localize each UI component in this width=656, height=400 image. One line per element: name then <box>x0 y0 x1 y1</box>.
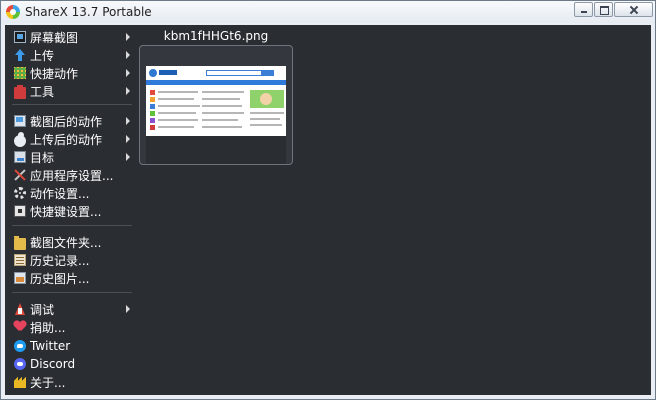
thumbnail-image <box>146 66 286 164</box>
menu-item-label: 历史图片... <box>30 271 90 286</box>
main-panel: 屏幕截图 上传 快捷动作 工具 截图后的动作 上传后的动作 目标 应用程序设置.… <box>5 25 651 395</box>
window-controls <box>573 2 653 17</box>
menu-item-label: 工具 <box>30 84 55 99</box>
maximize-button[interactable] <box>594 2 613 17</box>
menu-item-image-history[interactable]: 历史图片... <box>8 269 136 287</box>
menu-item-label: 快捷键设置... <box>30 204 102 219</box>
menu-item-label: 目标 <box>30 150 55 165</box>
window-title: ShareX 13.7 Portable <box>25 5 152 19</box>
menu-item-task-settings[interactable]: 动作设置... <box>8 184 136 202</box>
menu-separator <box>12 292 132 293</box>
menu-item-label: 应用程序设置... <box>30 168 114 183</box>
hotkey-settings-icon <box>14 205 26 217</box>
menu-item-label: 调试 <box>30 302 55 317</box>
menu-item-discord[interactable]: Discord <box>8 355 136 373</box>
menu-item-label: 截图文件夹... <box>30 235 102 250</box>
history-icon <box>14 254 26 266</box>
screenshots-folder-icon <box>14 236 26 250</box>
submenu-arrow-icon <box>126 33 130 41</box>
menu-separator <box>12 104 132 105</box>
submenu-arrow-icon <box>126 305 130 313</box>
debug-icon <box>14 303 26 315</box>
sharex-logo-icon <box>6 5 20 19</box>
menu-item-label: Discord <box>30 357 76 371</box>
menu-item-label: 上传后的动作 <box>30 132 103 147</box>
menu-item-label: 快捷动作 <box>30 66 79 81</box>
menu-item-screenshots-folder[interactable]: 截图文件夹... <box>8 233 136 251</box>
menu-item-history[interactable]: 历史记录... <box>8 251 136 269</box>
image-history-icon <box>14 272 26 284</box>
menu-item-workflows[interactable]: 快捷动作 <box>8 64 136 82</box>
submenu-arrow-icon <box>126 69 130 77</box>
menu-item-after-capture[interactable]: 截图后的动作 <box>8 112 136 130</box>
menu-item-label: 关于... <box>30 375 66 390</box>
workflows-dots-icon <box>14 67 26 79</box>
minimize-button[interactable] <box>574 2 593 17</box>
menu-item-application-settings[interactable]: 应用程序设置... <box>8 166 136 184</box>
upload-arrow-icon <box>14 49 26 61</box>
submenu-arrow-icon <box>126 87 130 95</box>
after-capture-icon <box>14 115 26 127</box>
menu-item-label: 动作设置... <box>30 186 90 201</box>
menu-item-hotkey-settings[interactable]: 快捷键设置... <box>8 202 136 220</box>
screen-capture-icon <box>14 31 26 43</box>
submenu-arrow-icon <box>126 117 130 125</box>
close-button[interactable] <box>614 2 653 17</box>
donate-heart-icon <box>14 321 26 333</box>
task-settings-gear-icon <box>14 187 26 199</box>
menu-item-label: 历史记录... <box>30 253 90 268</box>
submenu-arrow-icon <box>126 51 130 59</box>
screenshot-thumbnail[interactable] <box>139 45 293 165</box>
about-crown-icon <box>14 376 26 388</box>
menu-item-capture[interactable]: 屏幕截图 <box>8 28 136 46</box>
main-menu: 屏幕截图 上传 快捷动作 工具 截图后的动作 上传后的动作 目标 应用程序设置.… <box>8 27 136 393</box>
menu-item-label: 捐助... <box>30 320 66 335</box>
menu-item-label: 上传 <box>30 48 55 63</box>
application-settings-icon <box>14 169 26 181</box>
submenu-arrow-icon <box>126 135 130 143</box>
submenu-arrow-icon <box>126 153 130 161</box>
menu-item-upload[interactable]: 上传 <box>8 46 136 64</box>
title-bar[interactable]: ShareX 13.7 Portable <box>1 1 655 23</box>
sharex-window: ShareX 13.7 Portable 屏幕截图 上传 快捷动作 工具 截图后… <box>0 0 656 400</box>
menu-item-twitter[interactable]: Twitter <box>8 337 136 355</box>
menu-item-tools[interactable]: 工具 <box>8 82 136 100</box>
menu-separator <box>12 225 132 226</box>
menu-item-after-upload[interactable]: 上传后的动作 <box>8 130 136 148</box>
thumbnail-filename: kbm1fHHGt6.png <box>163 29 269 43</box>
menu-item-donate[interactable]: 捐助... <box>8 318 136 336</box>
toolbox-icon <box>14 85 26 99</box>
menu-item-label: Twitter <box>30 339 71 353</box>
menu-item-label: 屏幕截图 <box>30 30 79 45</box>
menu-item-label: 截图后的动作 <box>30 114 103 129</box>
menu-item-debug[interactable]: 调试 <box>8 300 136 318</box>
after-upload-cloud-icon <box>14 132 26 147</box>
discord-icon <box>14 358 26 370</box>
menu-item-destinations[interactable]: 目标 <box>8 148 136 166</box>
twitter-icon <box>14 340 26 352</box>
menu-item-about[interactable]: 关于... <box>8 373 136 391</box>
destinations-icon <box>14 151 26 163</box>
